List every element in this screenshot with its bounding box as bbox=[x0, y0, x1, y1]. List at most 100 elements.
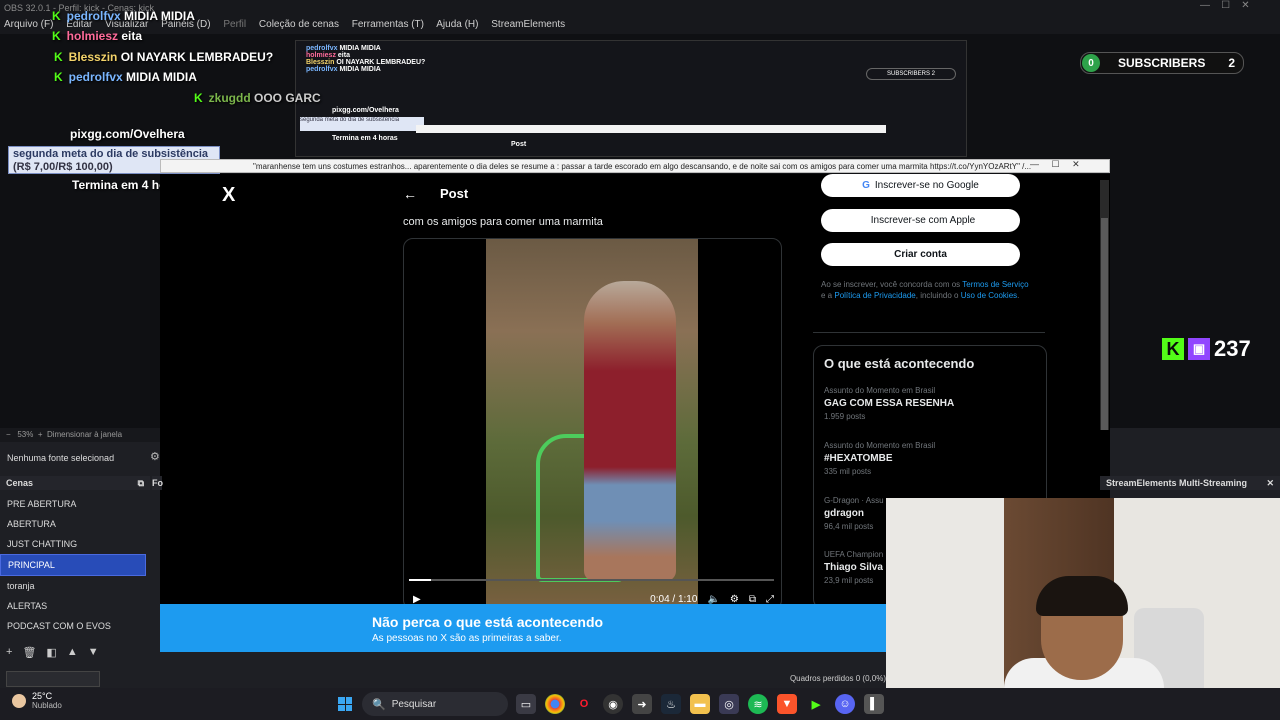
divider bbox=[813, 332, 1045, 333]
taskbar-apps: ▭ O ◉ ➜ ♨ ▬ ◎ ≋ ▼ ▶ ☺ ▌ bbox=[516, 694, 884, 714]
video-frame bbox=[486, 239, 698, 609]
app-icon[interactable]: ▌ bbox=[864, 694, 884, 714]
scene-item[interactable]: PRE ABERTURA bbox=[0, 494, 150, 514]
banner-subtitle: As pessoas no X são as primeiras a saber… bbox=[372, 633, 562, 644]
undock-icon[interactable]: ⧉ bbox=[138, 476, 144, 490]
chrome-icon[interactable] bbox=[545, 694, 565, 714]
nested-pix: pixgg.com/Ovelhera bbox=[332, 107, 399, 114]
task-view-icon[interactable]: ▭ bbox=[516, 694, 536, 714]
trend-item[interactable]: Assunto do Momento em Brasil GAG COM ESSA… bbox=[824, 386, 954, 421]
opera-icon[interactable]: O bbox=[574, 694, 594, 714]
webcam-feed bbox=[886, 498, 1280, 688]
close-icon[interactable]: ✕ bbox=[1072, 159, 1080, 169]
google-signup-button[interactable]: G Inscrever-se no Google bbox=[821, 174, 1020, 197]
menu-ajuda[interactable]: Ajuda (H) bbox=[436, 19, 478, 30]
video-progress-bar[interactable] bbox=[409, 579, 774, 581]
window-controls: — ☐ ✕ bbox=[1200, 0, 1250, 11]
subscribers-count: 2 bbox=[1228, 56, 1235, 70]
zoom-bar: − 53% + Dimensionar à janela bbox=[0, 428, 160, 442]
twitch-logo-icon: ▣ bbox=[1188, 338, 1210, 360]
settings-icon[interactable]: ⚙ bbox=[730, 594, 739, 605]
video-progress-fill bbox=[409, 579, 431, 581]
pix-link: pixgg.com/Ovelhera bbox=[70, 127, 185, 141]
chat-message: Kzkugdd OOO GARC bbox=[194, 91, 321, 105]
brave-icon[interactable]: ▼ bbox=[777, 694, 797, 714]
video-player[interactable]: ▶ 0:04 / 1:10 🔈 ⚙ ⧉ ⤢ bbox=[403, 238, 782, 610]
x-login-banner: Não perca o que está acontecendo As pess… bbox=[160, 604, 886, 652]
viewer-count: 237 bbox=[1214, 336, 1251, 361]
scene-item[interactable]: ABERTURA bbox=[0, 514, 150, 534]
folder-icon[interactable]: ▬ bbox=[690, 694, 710, 714]
scene-item[interactable]: toranja bbox=[0, 576, 150, 596]
trend-item[interactable]: Assunto do Momento em Brasil #HEXATOMBE 33… bbox=[824, 441, 935, 476]
minimize-icon[interactable]: — bbox=[1200, 0, 1210, 11]
steam-icon[interactable]: ♨ bbox=[661, 694, 681, 714]
subscribers-badge: 0 bbox=[1082, 54, 1100, 72]
play-icon[interactable]: ▶ bbox=[413, 594, 421, 605]
chat-message: Kpedrolfvx MIDIA MIDIA bbox=[54, 70, 197, 84]
kick-logo-icon: K bbox=[1162, 338, 1184, 360]
close-icon[interactable]: ✕ bbox=[1266, 476, 1274, 490]
minimized-window[interactable] bbox=[6, 671, 100, 687]
create-account-button[interactable]: Criar conta bbox=[821, 243, 1020, 266]
back-arrow-icon[interactable]: ← bbox=[403, 186, 417, 202]
taskbar-search[interactable]: 🔍 Pesquisar bbox=[362, 692, 508, 716]
weather-widget[interactable]: 25°C Nublado bbox=[12, 691, 62, 710]
trend-item[interactable]: UEFA Champion Thiago Silva 23,9 mil posts bbox=[824, 550, 883, 585]
kick-icon: K bbox=[194, 91, 203, 105]
menu-ferramentas[interactable]: Ferramentas (T) bbox=[352, 19, 424, 30]
scene-item-selected[interactable]: PRINCIPAL bbox=[0, 554, 146, 576]
kick-app-icon[interactable]: ▶ bbox=[806, 694, 826, 714]
nested-meta: segunda meta do dia de subsistência bbox=[300, 117, 424, 131]
tweet-text: com os amigos para comer uma marmita bbox=[403, 216, 603, 228]
apple-signup-button[interactable]: Inscrever-se com Apple bbox=[821, 209, 1020, 232]
minimize-icon[interactable]: — bbox=[1030, 159, 1039, 169]
add-icon[interactable]: + bbox=[6, 646, 12, 662]
scenes-toolbar: + 🗑 ◧ ▲ ▼ bbox=[0, 646, 150, 662]
discord-icon[interactable]: ☺ bbox=[835, 694, 855, 714]
trend-item[interactable]: G-Dragon · Assu gdragon 96,4 mil posts bbox=[824, 496, 884, 531]
spotify-icon[interactable]: ≋ bbox=[748, 694, 768, 714]
plus-icon[interactable]: + bbox=[38, 430, 43, 439]
subscribers-label: SUBSCRIBERS bbox=[1118, 56, 1206, 70]
up-icon[interactable]: ▲ bbox=[67, 646, 78, 662]
maximize-icon[interactable]: ☐ bbox=[1221, 0, 1230, 11]
scenes-dock-header: Cenas ⧉ bbox=[0, 476, 150, 490]
windows-taskbar: 25°C Nublado 🔍 Pesquisar ▭ O ◉ ➜ ♨ ▬ ◎ ≋ … bbox=[0, 688, 1280, 720]
filter-icon[interactable]: ◧ bbox=[46, 646, 56, 662]
privacy-link[interactable]: Política de Privacidade bbox=[834, 291, 915, 300]
trash-icon[interactable]: 🗑 bbox=[22, 646, 36, 662]
terms-link[interactable]: Termos de Serviço bbox=[962, 280, 1028, 289]
webcam-hair bbox=[1036, 576, 1128, 616]
scene-item[interactable]: JUST CHATTING bbox=[0, 534, 150, 554]
scrollbar-thumb[interactable] bbox=[1101, 218, 1108, 430]
video-person bbox=[584, 281, 676, 581]
obs-icon[interactable]: ◉ bbox=[603, 694, 623, 714]
scene-item[interactable]: PODCAST COM O EVOS bbox=[0, 616, 150, 636]
zoom-label[interactable]: Dimensionar à janela bbox=[47, 430, 122, 439]
arrow-app-icon[interactable]: ➜ bbox=[632, 694, 652, 714]
menu-arquivo[interactable]: Arquivo (F) bbox=[4, 19, 53, 30]
maximize-icon[interactable]: ☐ bbox=[1052, 159, 1060, 169]
cookies-link[interactable]: Uso de Cookies bbox=[961, 291, 1017, 300]
weather-icon bbox=[12, 693, 26, 708]
chat-message: Kholmiesz eita bbox=[52, 29, 143, 43]
pip-icon[interactable]: ⧉ bbox=[749, 594, 756, 605]
x-logo-icon[interactable]: X bbox=[222, 184, 235, 207]
app-icon[interactable]: ◎ bbox=[719, 694, 739, 714]
close-icon[interactable]: ✕ bbox=[1241, 0, 1249, 11]
menu-perfil[interactable]: Perfil bbox=[223, 19, 246, 30]
gear-icon[interactable]: ⚙ bbox=[150, 450, 160, 463]
scene-item[interactable]: ALERTAS bbox=[0, 596, 150, 616]
fullscreen-icon[interactable]: ⤢ bbox=[766, 594, 774, 605]
google-icon: G bbox=[862, 180, 870, 191]
minus-icon[interactable]: − bbox=[6, 430, 11, 439]
menu-streamelements[interactable]: StreamElements bbox=[491, 19, 565, 30]
volume-icon[interactable]: 🔈 bbox=[707, 594, 719, 605]
down-icon[interactable]: ▼ bbox=[88, 646, 99, 662]
weather-desc: Nublado bbox=[32, 701, 62, 710]
zoom-level: 53% bbox=[17, 430, 34, 439]
windows-start-icon[interactable] bbox=[338, 697, 352, 711]
nested-chat: pedrolfvx MIDIA MIDIA holmiesz eita Bles… bbox=[306, 45, 426, 73]
menu-colecao[interactable]: Coleção de cenas bbox=[259, 19, 339, 30]
